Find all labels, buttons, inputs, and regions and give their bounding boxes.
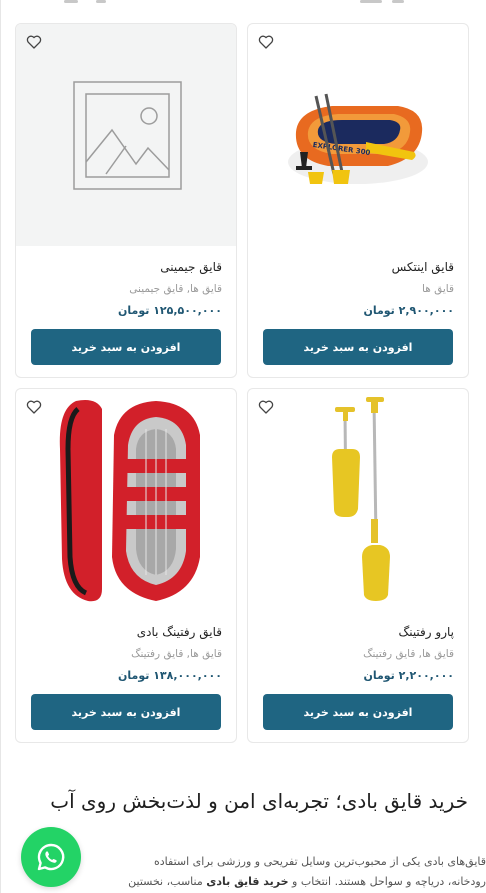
paddle-image: [332, 397, 390, 601]
product-categories[interactable]: قایق ها, قایق رفتینگ: [30, 648, 222, 660]
product-title[interactable]: قایق رفتینگ بادی: [30, 625, 222, 639]
heart-outline-icon[interactable]: [258, 399, 274, 415]
product-card[interactable]: EXPLORER 300 قایق اینتکس قایق ها ۲,۹۰۰,۰…: [247, 23, 469, 378]
heart-outline-icon[interactable]: [26, 399, 42, 415]
heart-outline-icon[interactable]: [258, 34, 274, 50]
product-image[interactable]: [248, 389, 468, 611]
product-image[interactable]: [16, 389, 236, 611]
article-heading: خرید قایق بادی؛ تجربه‌ای امن و لذت‌بخش ر…: [50, 788, 468, 813]
product-price: ۱۲۵,۵۰۰,۰۰۰ تومان: [118, 304, 222, 317]
page-edge: [0, 0, 1, 893]
image-placeholder-icon: [73, 81, 182, 190]
add-to-cart-button[interactable]: افزودن به سبد خرید: [263, 694, 453, 730]
product-title[interactable]: پارو رفتینگ: [262, 625, 454, 639]
add-to-cart-button[interactable]: افزودن به سبد خرید: [31, 329, 221, 365]
product-card[interactable]: قایق رفتینگ بادی قایق ها, قایق رفتینگ ۱۳…: [15, 388, 237, 743]
product-image[interactable]: EXPLORER 300: [248, 24, 468, 246]
whatsapp-icon: [37, 843, 65, 871]
product-title[interactable]: قایق جیمینی: [30, 260, 222, 274]
inflatable-boat-image: EXPLORER 300: [288, 93, 428, 184]
top-strip: [0, 0, 486, 6]
paragraph-text: رودخانه، دریاچه و سواحل هستند. انتخاب و: [288, 875, 486, 888]
product-price: ۲,۲۰۰,۰۰۰ تومان: [363, 669, 454, 682]
product-card[interactable]: قایق جیمینی قایق ها, قایق جیمینی ۱۲۵,۵۰۰…: [15, 23, 237, 378]
add-to-cart-button[interactable]: افزودن به سبد خرید: [31, 694, 221, 730]
product-title[interactable]: قایق اینتکس: [262, 260, 454, 274]
whatsapp-chat-button[interactable]: [21, 827, 81, 887]
paragraph-text: مناسب، نخستین: [128, 875, 207, 888]
heart-outline-icon[interactable]: [26, 34, 42, 50]
add-to-cart-button[interactable]: افزودن به سبد خرید: [263, 329, 453, 365]
product-card[interactable]: پارو رفتینگ قایق ها, قایق رفتینگ ۲,۲۰۰,۰…: [247, 388, 469, 743]
product-categories[interactable]: قایق ها: [262, 283, 454, 295]
product-price: ۱۳۸,۰۰۰,۰۰۰ تومان: [118, 669, 222, 682]
product-image[interactable]: [16, 24, 236, 246]
product-categories[interactable]: قایق ها, قایق رفتینگ: [262, 648, 454, 660]
product-price: ۲,۹۰۰,۰۰۰ تومان: [363, 304, 454, 317]
product-categories[interactable]: قایق ها, قایق جیمینی: [30, 283, 222, 295]
buy-inflatable-boat-link[interactable]: خرید قایق بادی: [206, 875, 288, 888]
raft-image: [59, 400, 200, 602]
